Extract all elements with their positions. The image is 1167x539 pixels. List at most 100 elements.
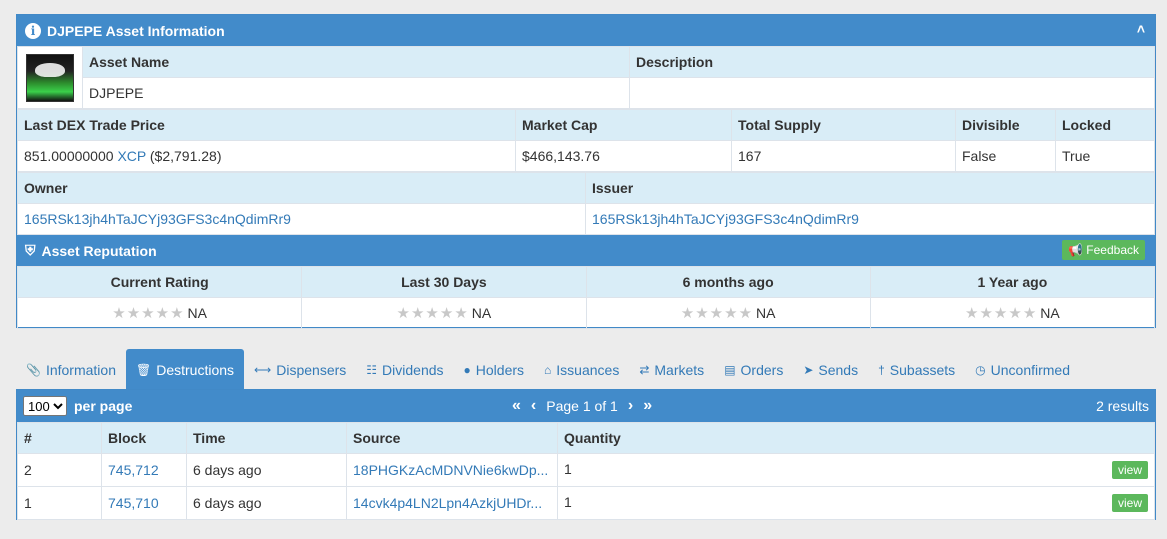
- sitemap-icon: ☷: [366, 362, 378, 377]
- divisible-label: Divisible: [955, 109, 1056, 141]
- rating-col-6months: 6 months ago: [585, 266, 871, 298]
- col-source: Source: [346, 422, 558, 454]
- row-number: 1: [17, 486, 102, 520]
- rating-col-1year: 1 Year ago: [869, 266, 1156, 298]
- tab-destructions[interactable]: 🗑 Destructions: [126, 349, 245, 390]
- asset-tabs: 📎 Information 🗑 Destructions ⟷ Dispensers ☷…: [16, 349, 1080, 390]
- chevron-up-icon[interactable]: ˄: [1137, 21, 1145, 37]
- row-time: 6 days ago: [186, 453, 347, 487]
- rating-col-30days: Last 30 Days: [301, 266, 587, 298]
- trash-icon: 🗑: [136, 362, 152, 377]
- first-page-icon[interactable]: «: [512, 397, 521, 415]
- total-supply-label: Total Supply: [731, 109, 956, 141]
- shield-icon: ⛨: [25, 242, 36, 258]
- asset-info-header: i DJPEPE Asset Information ˄: [17, 15, 1155, 46]
- asset-logo-cell: [17, 46, 83, 109]
- rating-value: NA: [471, 304, 492, 321]
- source-address-link[interactable]: 14cvk4p4LN2Lpn4AzkjUHDr...: [353, 495, 542, 511]
- rating-value: NA: [756, 304, 776, 321]
- table-row: 1 745,710 6 days ago 14cvk4p4LN2Lpn4Azkj…: [17, 486, 1155, 520]
- tab-markets[interactable]: ⇄ Markets: [629, 349, 714, 390]
- clock-icon: ◷: [975, 362, 986, 377]
- asset-name-label: Asset Name: [82, 46, 630, 78]
- owner-address-link[interactable]: 165RSk13jh4hTaJCYj93GFS3c4nQdimRr9: [24, 211, 291, 227]
- star-rating: ★ ★ ★ ★ ★: [112, 305, 184, 323]
- arrows-horizontal-icon: ⟷: [254, 362, 272, 377]
- locked-value: True: [1055, 140, 1155, 172]
- price-value-cell: 851.00000000 XCP ($2,791.28): [17, 140, 516, 172]
- star-rating: ★ ★ ★ ★ ★: [965, 305, 1037, 323]
- block-link[interactable]: 745,712: [108, 462, 159, 478]
- prev-page-icon[interactable]: ‹: [531, 397, 536, 415]
- pager-bar: 100 per page « ‹ Page 1 of 1 › » 2 resul…: [17, 390, 1155, 422]
- tab-dispensers[interactable]: ⟷ Dispensers: [244, 349, 356, 390]
- asset-info-title: DJPEPE Asset Information: [47, 22, 225, 39]
- col-block: Block: [101, 422, 187, 454]
- tab-dividends[interactable]: ☷ Dividends: [356, 349, 453, 390]
- next-page-icon[interactable]: ›: [628, 397, 633, 415]
- rating-col-current: Current Rating: [16, 266, 303, 298]
- row-quantity-cell: 1 view: [557, 486, 1155, 520]
- feedback-button[interactable]: 📢 Feedback: [1062, 240, 1145, 260]
- destructions-panel: 100 per page « ‹ Page 1 of 1 › » 2 resul…: [16, 389, 1156, 520]
- view-button[interactable]: view: [1111, 461, 1148, 479]
- send-icon: ➤: [803, 362, 814, 377]
- rating-current: ★ ★ ★ ★ ★ NA: [16, 297, 303, 329]
- locked-label: Locked: [1055, 109, 1155, 141]
- reputation-header: ⛨ Asset Reputation 📢 Feedback: [17, 235, 1155, 266]
- row-quantity: 1: [564, 494, 572, 510]
- asset-info-panel: i DJPEPE Asset Information ˄ Asset Name …: [16, 14, 1156, 329]
- row-quantity: 1: [564, 461, 572, 477]
- tab-information[interactable]: 📎 Information: [16, 349, 126, 390]
- rating-1year: ★ ★ ★ ★ ★ NA: [869, 297, 1156, 329]
- paperclip-icon: 📎: [26, 362, 41, 377]
- col-number: #: [17, 422, 102, 454]
- row-time: 6 days ago: [186, 486, 347, 520]
- book-icon: ▤: [724, 362, 736, 377]
- rating-value: NA: [187, 304, 207, 321]
- last-page-icon[interactable]: »: [643, 397, 652, 415]
- tab-issuances[interactable]: ⌂ Issuances: [534, 349, 629, 390]
- issuer-address-link[interactable]: 165RSk13jh4hTaJCYj93GFS3c4nQdimRr9: [592, 211, 859, 227]
- feedback-label: Feedback: [1086, 243, 1139, 257]
- info-icon: i: [25, 22, 41, 39]
- tab-subassets[interactable]: † Subassets: [868, 349, 965, 390]
- star-rating: ★ ★ ★ ★ ★: [680, 305, 753, 323]
- block-link[interactable]: 745,710: [108, 495, 159, 511]
- row-number: 2: [17, 453, 102, 487]
- destructions-table: # Block Time Source Quantity 2 745,712 6…: [17, 422, 1155, 520]
- reputation-title: Asset Reputation: [41, 242, 157, 259]
- view-button[interactable]: view: [1111, 494, 1148, 512]
- tab-orders[interactable]: ▤ Orders: [714, 349, 793, 390]
- rating-6months: ★ ★ ★ ★ ★ NA: [585, 297, 871, 329]
- bullhorn-icon: 📢: [1068, 243, 1084, 257]
- child-icon: †: [878, 362, 885, 377]
- page-indicator: Page 1 of 1: [546, 398, 618, 414]
- results-count: 2 results: [1096, 398, 1149, 414]
- owner-label: Owner: [17, 172, 586, 204]
- xcp-link[interactable]: XCP: [117, 148, 146, 164]
- col-quantity: Quantity: [557, 422, 1155, 454]
- table-row: 2 745,712 6 days ago 18PHGKzAcMDNVNie6kw…: [17, 453, 1155, 487]
- price-label: Last DEX Trade Price: [17, 109, 516, 141]
- asset-name-table: Asset Name Description DJPEPE: [17, 46, 1155, 109]
- source-address-link[interactable]: 18PHGKzAcMDNVNie6kwDp...: [353, 462, 548, 478]
- row-quantity-cell: 1 view: [557, 453, 1155, 487]
- market-cap-label: Market Cap: [515, 109, 732, 141]
- tab-sends[interactable]: ➤ Sends: [793, 349, 868, 390]
- col-time: Time: [186, 422, 347, 454]
- tab-unconfirmed[interactable]: ◷ Unconfirmed: [965, 349, 1080, 390]
- per-page-select[interactable]: 100: [23, 396, 67, 416]
- price-usd: ($2,791.28): [149, 148, 222, 164]
- owner-issuer-table: Owner Issuer 165RSk13jh4hTaJCYj93GFS3c4n…: [17, 172, 1155, 235]
- asset-name-value: DJPEPE: [82, 77, 630, 109]
- rating-value: NA: [1040, 304, 1060, 321]
- reputation-table: Current Rating Last 30 Days 6 months ago…: [16, 266, 1156, 329]
- tab-holders[interactable]: ● Holders: [454, 349, 535, 390]
- description-value: [629, 77, 1155, 109]
- rating-30days: ★ ★ ★ ★ ★ NA: [301, 297, 587, 329]
- description-label: Description: [629, 46, 1155, 78]
- issuer-label: Issuer: [585, 172, 1155, 204]
- divisible-value: False: [955, 140, 1056, 172]
- star-rating: ★ ★ ★ ★ ★: [396, 305, 468, 323]
